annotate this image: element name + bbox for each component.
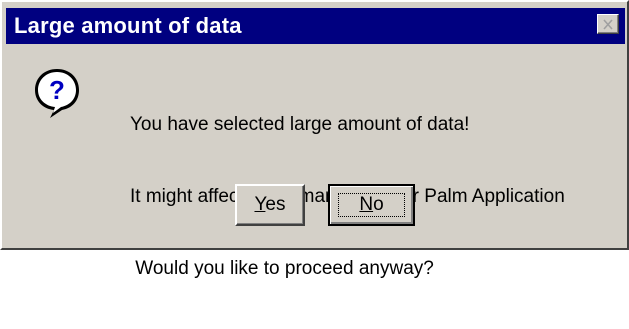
close-icon [603,18,613,30]
message-line: Would you like to proceed anyway? [130,258,434,279]
no-button[interactable]: No [328,184,415,226]
yes-mnemonic: Y [254,194,266,215]
dialog-title: Large amount of data [14,13,242,38]
title-bar[interactable]: Large amount of data [6,8,625,44]
yes-button[interactable]: Yes [235,184,305,226]
no-mnemonic: N [359,194,374,215]
message-line: You have selected large amount of data! [130,114,470,135]
yes-button-label: Yes [254,194,285,216]
question-icon: ? [35,69,79,118]
message-dialog: Large amount of data ? You have selected… [0,0,629,279]
no-button-label: No [359,194,383,216]
close-button[interactable] [597,14,619,34]
yes-label-rest: es [265,194,286,215]
svg-text:?: ? [49,75,65,105]
no-label-rest: o [373,194,384,215]
